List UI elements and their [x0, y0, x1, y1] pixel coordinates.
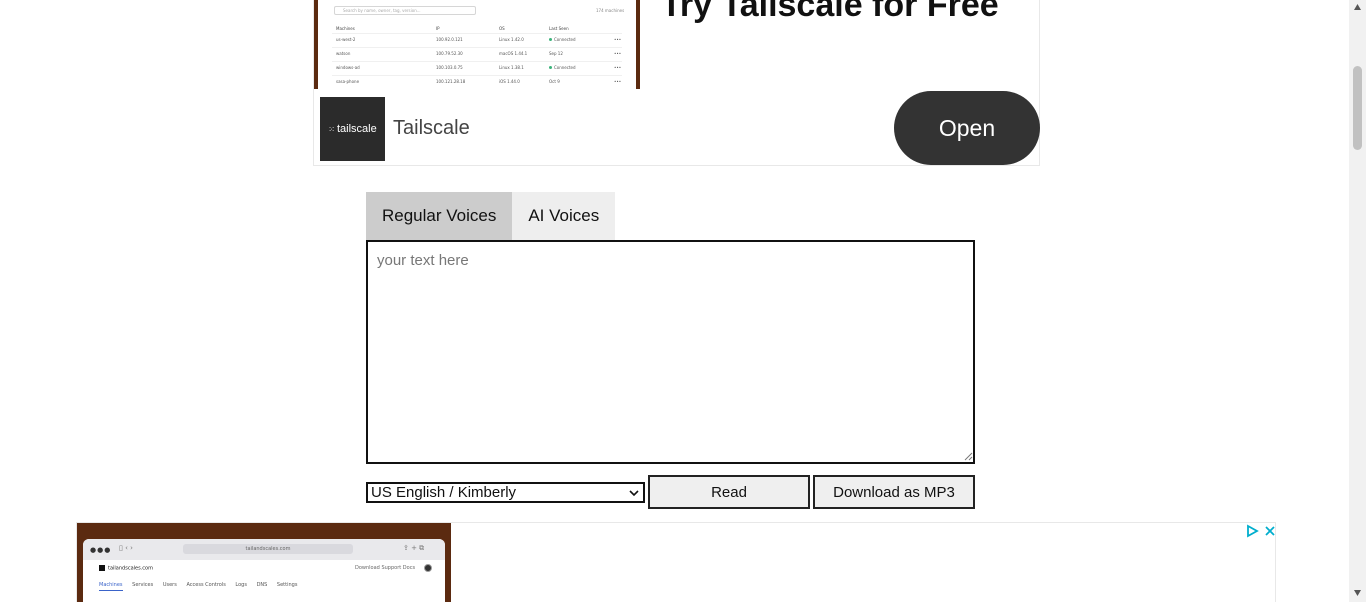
preview-table-row: watson 100.79.52.30 macOS 1.44.1 Sep 12 …: [332, 47, 622, 59]
bottom-ad[interactable]: ●●● ▯ ‹ › tailandscales.com ⇪ + ⧉ tailan…: [76, 522, 1276, 602]
preview-cell: macOS 1.44.1: [499, 51, 528, 56]
scrollbar-thumb[interactable]: [1353, 66, 1362, 150]
tailscale-dots-icon: ⁙: [328, 124, 335, 134]
chevron-down-icon: [629, 489, 639, 496]
vertical-scrollbar[interactable]: [1349, 0, 1366, 602]
preview-menu: Machines Services Users Access Controls …: [99, 582, 305, 591]
preview-cell: 100.121.28.18: [436, 79, 466, 84]
preview-cell: iOS 1.44.0: [499, 79, 520, 84]
more-icon: •••: [614, 51, 622, 56]
status-dot-icon: [549, 66, 552, 69]
ad-preview-image: ●●● ▯ ‹ › tailandscales.com ⇪ + ⧉ tailan…: [77, 523, 451, 602]
more-icon: •••: [614, 37, 622, 42]
tab-regular-voices[interactable]: Regular Voices: [366, 192, 513, 240]
preview-cell: watson: [336, 51, 351, 56]
voice-tabs: Regular Voices AI Voices: [366, 192, 616, 240]
more-icon: •••: [614, 79, 622, 84]
preview-cell: 100.103.0.75: [436, 65, 463, 70]
avatar: [424, 564, 432, 572]
site-logo-icon: [99, 565, 105, 571]
preview-cell: windows-ad: [336, 65, 360, 70]
download-mp3-button[interactable]: Download as MP3: [813, 475, 975, 509]
ad-brand-bar: ⁙ tailscale Tailscale Open: [314, 91, 1041, 165]
preview-menu-item: Users: [162, 582, 177, 588]
adchoices-icon[interactable]: [1245, 524, 1259, 538]
preview-menu-item: DNS: [256, 582, 268, 588]
preview-status: Connected: [554, 65, 576, 70]
preview-cell: Linux 1.42.0: [499, 37, 524, 42]
preview-cell: us-west-2: [336, 37, 356, 42]
browser-url-bar: tailandscales.com: [183, 544, 353, 554]
preview-status: Connected: [554, 37, 576, 42]
scroll-down-arrow-icon[interactable]: [1353, 589, 1362, 597]
preview-menu-item: Access Controls: [186, 582, 226, 588]
preview-cell: 100.79.52.30: [436, 51, 463, 56]
preview-header-cell: OS: [499, 26, 505, 31]
preview-cell: Linux 1.38.1: [499, 65, 524, 70]
ad-preview-image: Search by name, owner, tag, version... 1…: [314, 0, 640, 89]
preview-table-row: us-west-2 100.92.0.121 Linux 1.42.0 Conn…: [332, 33, 622, 45]
preview-search-input: Search by name, owner, tag, version...: [334, 6, 476, 15]
preview-top-links: Download Support Docs: [355, 565, 416, 571]
voice-select[interactable]: US English / Kimberly: [366, 482, 645, 503]
preview-table-row: sasa-phone 100.121.28.18 iOS 1.44.0 Oct …: [332, 75, 622, 87]
voice-select-value: US English / Kimberly: [371, 484, 517, 501]
scroll-up-arrow-icon[interactable]: [1353, 3, 1362, 11]
preview-cell: sasa-phone: [336, 79, 360, 84]
preview-cell: 100.92.0.121: [436, 37, 463, 42]
preview-header-cell: IP: [436, 26, 440, 31]
preview-header-cell: Last Seen: [549, 26, 569, 31]
status-dot-icon: [549, 38, 552, 41]
ad-brand-name[interactable]: Tailscale: [393, 117, 470, 140]
top-ad[interactable]: Search by name, owner, tag, version... 1…: [313, 0, 1040, 166]
tab-ai-voices[interactable]: AI Voices: [512, 192, 616, 240]
preview-table-row: windows-ad 100.103.0.75 Linux 1.38.1 Con…: [332, 61, 622, 73]
browser-nav-icon: ▯ ‹ ›: [119, 544, 133, 552]
preview-menu-item: Services: [132, 582, 154, 588]
ad-preview-dashboard: Search by name, owner, tag, version... 1…: [318, 0, 636, 89]
preview-menu-item: Machines: [99, 582, 123, 591]
preview-cell: Connected: [549, 65, 576, 70]
preview-cell: Connected: [549, 37, 576, 42]
resize-grip-icon[interactable]: [963, 451, 973, 461]
tailscale-logo[interactable]: ⁙ tailscale: [320, 97, 385, 161]
preview-site-name: tailandscales.com: [99, 565, 153, 572]
preview-table-header: Machines IP OS Last Seen: [332, 26, 622, 32]
more-icon: •••: [614, 65, 622, 70]
logo-text: tailscale: [336, 123, 377, 135]
preview-status: Oct 9: [549, 79, 560, 84]
ad-headline[interactable]: Try Tailscale for Free: [661, 0, 999, 25]
text-input[interactable]: [366, 240, 975, 464]
preview-menu-item: Logs: [235, 582, 247, 588]
browser-actions-icon: ⇪ + ⧉: [403, 544, 425, 552]
page: Search by name, owner, tag, version... 1…: [0, 0, 1366, 602]
site-name-text: tailandscales.com: [108, 565, 153, 572]
ad-open-button[interactable]: Open: [894, 91, 1040, 165]
window-controls-icon: ●●●: [90, 546, 112, 554]
preview-status: Sep 12: [549, 51, 563, 56]
preview-menu-item: Settings: [276, 582, 298, 588]
read-button[interactable]: Read: [648, 475, 810, 509]
preview-machine-count: 174 machines: [596, 8, 625, 13]
browser-window-preview: ●●● ▯ ‹ › tailandscales.com ⇪ + ⧉ tailan…: [83, 539, 445, 602]
browser-titlebar: ●●● ▯ ‹ › tailandscales.com ⇪ + ⧉: [83, 539, 445, 560]
preview-header-cell: Machines: [336, 26, 355, 31]
close-icon[interactable]: [1263, 524, 1276, 538]
